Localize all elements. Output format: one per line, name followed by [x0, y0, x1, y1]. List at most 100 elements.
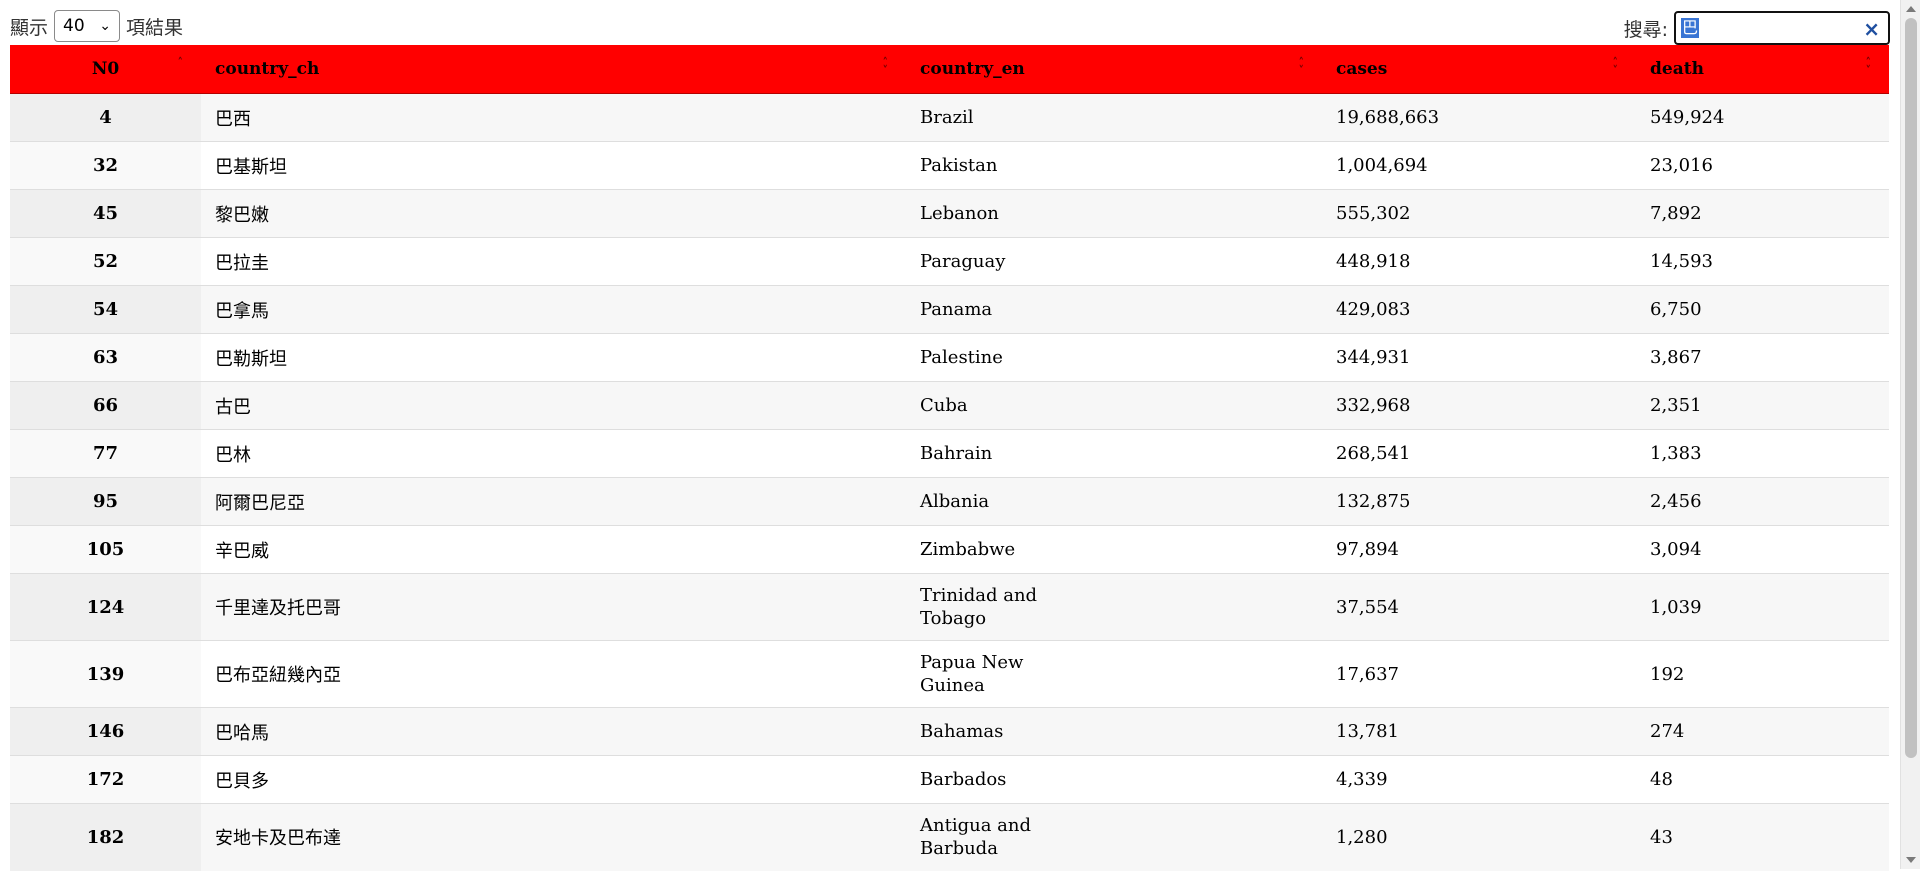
- cell-death: 1,039: [1636, 573, 1889, 641]
- cell-cases: 19,688,663: [1322, 93, 1636, 142]
- cell-cases: 268,541: [1322, 429, 1636, 478]
- cell-country-ch: 巴勒斯坦: [201, 333, 906, 382]
- clear-search-icon[interactable]: ×: [1863, 17, 1880, 41]
- cell-cases: 429,083: [1322, 285, 1636, 334]
- cell-n0: 66: [10, 381, 201, 430]
- column-header-country-ch[interactable]: country_ch ˄ ˅: [201, 45, 906, 94]
- cell-cases: 132,875: [1322, 477, 1636, 526]
- cell-death: 3,867: [1636, 333, 1889, 382]
- cell-death: 1,383: [1636, 429, 1889, 478]
- cell-country-en: Pakistan: [906, 141, 1322, 190]
- table-row: 45 黎巴嫩 Lebanon 555,302 7,892: [10, 189, 1889, 238]
- cell-n0: 45: [10, 189, 201, 238]
- cell-death: 192: [1636, 640, 1889, 708]
- table-row: 77 巴林 Bahrain 268,541 1,383: [10, 429, 1889, 478]
- table-row: 172 巴貝多 Barbados 4,339 48: [10, 755, 1889, 804]
- sort-icon: ˄ ˅: [1298, 56, 1305, 77]
- cell-n0: 124: [10, 573, 201, 641]
- cell-country-en: Paraguay: [906, 237, 1322, 286]
- table-row: 139 巴布亞紐幾內亞 Papua New Guinea 17,637 192: [10, 640, 1889, 708]
- cell-n0: 172: [10, 755, 201, 804]
- table-row: 66 古巴 Cuba 332,968 2,351: [10, 381, 1889, 430]
- length-prefix-label: 顯示: [10, 16, 49, 39]
- table-row: 52 巴拉圭 Paraguay 448,918 14,593: [10, 237, 1889, 286]
- cell-country-ch: 巴拉圭: [201, 237, 906, 286]
- cell-country-en: Antigua and Barbuda: [906, 803, 1322, 871]
- cell-death: 274: [1636, 707, 1889, 756]
- table-row: 32 巴基斯坦 Pakistan 1,004,694 23,016: [10, 141, 1889, 190]
- cell-cases: 37,554: [1322, 573, 1636, 641]
- cell-death: 23,016: [1636, 141, 1889, 190]
- cell-country-ch: 辛巴威: [201, 525, 906, 574]
- cell-country-ch: 巴布亞紐幾內亞: [201, 640, 906, 708]
- cell-country-en: Bahamas: [906, 707, 1322, 756]
- table-row: 4 巴西 Brazil 19,688,663 549,924: [10, 93, 1889, 142]
- cell-country-en: Palestine: [906, 333, 1322, 382]
- column-header-cases[interactable]: cases ˄ ˅: [1322, 45, 1636, 94]
- cell-country-en: Barbados: [906, 755, 1322, 804]
- cell-cases: 332,968: [1322, 381, 1636, 430]
- cell-country-en: Panama: [906, 285, 1322, 334]
- cell-cases: 1,280: [1322, 803, 1636, 871]
- cell-country-en: Lebanon: [906, 189, 1322, 238]
- chevron-down-icon: ⌄: [99, 18, 112, 34]
- table-row: 124 千里達及托巴哥 Trinidad and Tobago 37,554 1…: [10, 573, 1889, 641]
- cell-country-en: Trinidad and Tobago: [906, 573, 1322, 641]
- page-length-select[interactable]: 40 ⌄: [54, 10, 121, 42]
- cell-country-ch: 黎巴嫩: [201, 189, 906, 238]
- search-input-value: 巴: [1681, 18, 1700, 38]
- cell-cases: 97,894: [1322, 525, 1636, 574]
- vertical-scrollbar[interactable]: [1900, 0, 1920, 869]
- table-row: 54 巴拿馬 Panama 429,083 6,750: [10, 285, 1889, 334]
- cell-death: 43: [1636, 803, 1889, 871]
- search-control: 搜尋: 巴 ×: [1624, 10, 1890, 46]
- cell-cases: 13,781: [1322, 707, 1636, 756]
- cell-death: 3,094: [1636, 525, 1889, 574]
- sort-icon: ˄ ˅: [882, 56, 889, 77]
- cell-country-ch: 巴林: [201, 429, 906, 478]
- cell-country-ch: 巴基斯坦: [201, 141, 906, 190]
- table-row: 182 安地卡及巴布達 Antigua and Barbuda 1,280 43: [10, 803, 1889, 871]
- cell-n0: 54: [10, 285, 201, 334]
- scroll-up-icon[interactable]: [1906, 6, 1916, 12]
- cell-n0: 52: [10, 237, 201, 286]
- cell-death: 2,351: [1636, 381, 1889, 430]
- sort-icon: ˄ ˅: [1612, 56, 1619, 77]
- cell-n0: 95: [10, 477, 201, 526]
- scroll-down-icon[interactable]: [1906, 857, 1916, 863]
- cell-death: 549,924: [1636, 93, 1889, 142]
- length-suffix-label: 項結果: [126, 16, 184, 39]
- cell-n0: 105: [10, 525, 201, 574]
- cell-n0: 146: [10, 707, 201, 756]
- table-row: 146 巴哈馬 Bahamas 13,781 274: [10, 707, 1889, 756]
- cell-country-en: Zimbabwe: [906, 525, 1322, 574]
- cell-cases: 17,637: [1322, 640, 1636, 708]
- cell-n0: 77: [10, 429, 201, 478]
- cell-country-ch: 巴哈馬: [201, 707, 906, 756]
- cell-death: 48: [1636, 755, 1889, 804]
- cell-death: 14,593: [1636, 237, 1889, 286]
- cell-country-ch: 安地卡及巴布達: [201, 803, 906, 871]
- cell-cases: 555,302: [1322, 189, 1636, 238]
- column-header-n0[interactable]: N0 ˄: [10, 45, 201, 94]
- cell-country-ch: 巴拿馬: [201, 285, 906, 334]
- table-header-row: N0 ˄ country_ch ˄ ˅ country_en ˄ ˅ cases ˄ ˅ de…: [10, 45, 1889, 94]
- scrollbar-thumb[interactable]: [1905, 18, 1917, 758]
- cell-n0: 4: [10, 93, 201, 142]
- cell-death: 7,892: [1636, 189, 1889, 238]
- search-label: 搜尋:: [1623, 18, 1668, 41]
- table-row: 63 巴勒斯坦 Palestine 344,931 3,867: [10, 333, 1889, 382]
- cell-cases: 344,931: [1322, 333, 1636, 382]
- cell-n0: 32: [10, 141, 201, 190]
- search-input[interactable]: 巴 ×: [1674, 11, 1890, 45]
- column-header-country-en[interactable]: country_en ˄ ˅: [906, 45, 1322, 94]
- sort-icon: ˄ ˅: [1865, 56, 1872, 77]
- sort-ascending-icon: ˄: [177, 56, 184, 69]
- cell-n0: 182: [10, 803, 201, 871]
- cell-death: 6,750: [1636, 285, 1889, 334]
- cell-country-en: Papua New Guinea: [906, 640, 1322, 708]
- cell-country-en: Albania: [906, 477, 1322, 526]
- cell-cases: 448,918: [1322, 237, 1636, 286]
- column-header-death[interactable]: death ˄ ˅: [1636, 45, 1889, 94]
- page-length-control: 顯示 40 ⌄ 項結果: [10, 10, 183, 42]
